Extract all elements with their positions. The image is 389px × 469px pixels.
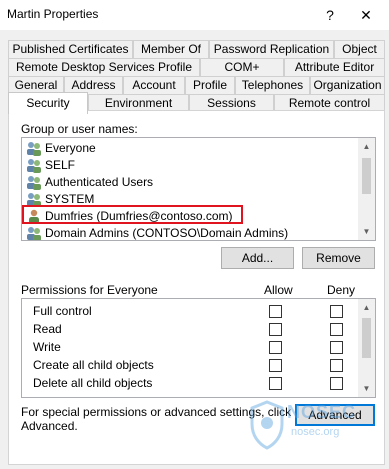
scroll-down-arrow-icon[interactable]: ▼	[358, 223, 375, 240]
tab-remote-desktop-services-profile[interactable]: Remote Desktop Services Profile	[8, 58, 200, 76]
title-bar: Martin Properties ? ✕	[0, 0, 389, 30]
scroll-thumb[interactable]	[362, 158, 371, 194]
tab-security[interactable]: Security	[8, 92, 88, 114]
allow-checkbox[interactable]	[269, 341, 282, 354]
tab-organization[interactable]: Organization	[310, 76, 385, 94]
scroll-up-arrow-icon[interactable]: ▲	[358, 299, 375, 316]
permission-row: Full control	[33, 302, 92, 320]
permission-row: Write	[33, 338, 61, 356]
add-button[interactable]: Add...	[221, 247, 294, 269]
permission-label: Full control	[33, 304, 92, 318]
deny-checkbox[interactable]	[330, 377, 343, 390]
deny-checkbox[interactable]	[330, 359, 343, 372]
tab-member-of[interactable]: Member Of	[133, 40, 209, 58]
help-button[interactable]: ?	[320, 4, 340, 26]
permission-label: Delete all child objects	[33, 376, 153, 390]
close-button[interactable]: ✕	[355, 4, 377, 26]
permission-label: Read	[33, 322, 62, 336]
allow-checkbox[interactable]	[269, 323, 282, 336]
permission-label: Write	[33, 340, 61, 354]
allow-checkbox[interactable]	[269, 377, 282, 390]
scroll-up-arrow-icon[interactable]: ▲	[358, 138, 375, 155]
highlight-annotation-box	[22, 205, 243, 224]
permissions-list: Full control Read Write Create all child…	[21, 298, 376, 398]
allow-checkbox[interactable]	[269, 305, 282, 318]
group-user-listbox[interactable]: Everyone SELF Authenticated Users SYSTEM…	[21, 137, 376, 241]
list-item-label: Authenticated Users	[45, 175, 154, 189]
tab-com-plus[interactable]: COM+	[200, 58, 284, 76]
tab-object[interactable]: Object	[334, 40, 385, 58]
group-icon	[27, 159, 41, 173]
remove-button[interactable]: Remove	[302, 247, 375, 269]
group-icon	[27, 176, 41, 190]
permissions-scrollbar[interactable]: ▲ ▼	[358, 299, 375, 397]
tab-published-certificates[interactable]: Published Certificates	[8, 40, 133, 58]
permission-row: Read	[33, 320, 62, 338]
permission-row: Create all child objects	[33, 356, 154, 374]
window-title: Martin Properties	[7, 7, 99, 21]
deny-column-header: Deny	[327, 283, 356, 297]
tab-attribute-editor[interactable]: Attribute Editor	[284, 58, 385, 76]
group-icon	[27, 142, 41, 156]
list-item-label: Domain Admins (CONTOSO\Domain Admins)	[45, 226, 289, 240]
tab-profile[interactable]: Profile	[185, 76, 235, 94]
scroll-thumb[interactable]	[362, 318, 371, 358]
allow-checkbox[interactable]	[269, 359, 282, 372]
permission-row: Delete all child objects	[33, 374, 152, 392]
watermark: NOSEC nosec.org	[247, 398, 357, 454]
deny-checkbox[interactable]	[330, 305, 343, 318]
shield-icon	[250, 400, 284, 450]
permissions-label: Permissions for Everyone	[21, 283, 158, 297]
allow-column-header: Allow	[264, 283, 293, 297]
list-item-label: Everyone	[45, 141, 96, 155]
deny-checkbox[interactable]	[330, 323, 343, 336]
advanced-hint-line2: Advanced.	[21, 419, 78, 433]
group-names-label: Group or user names:	[21, 122, 138, 136]
group-list-scrollbar[interactable]: ▲ ▼	[358, 138, 375, 240]
tab-password-replication[interactable]: Password Replication	[209, 40, 334, 58]
permission-label: Create all child objects	[33, 358, 154, 372]
list-item-label: SELF	[45, 158, 76, 172]
tab-account[interactable]: Account	[123, 76, 185, 94]
watermark-brand: NOSEC	[287, 402, 357, 422]
group-icon	[27, 227, 41, 240]
scroll-down-arrow-icon[interactable]: ▼	[358, 380, 375, 397]
deny-checkbox[interactable]	[330, 341, 343, 354]
tab-telephones[interactable]: Telephones	[235, 76, 310, 94]
watermark-domain: nosec.org	[291, 426, 340, 438]
